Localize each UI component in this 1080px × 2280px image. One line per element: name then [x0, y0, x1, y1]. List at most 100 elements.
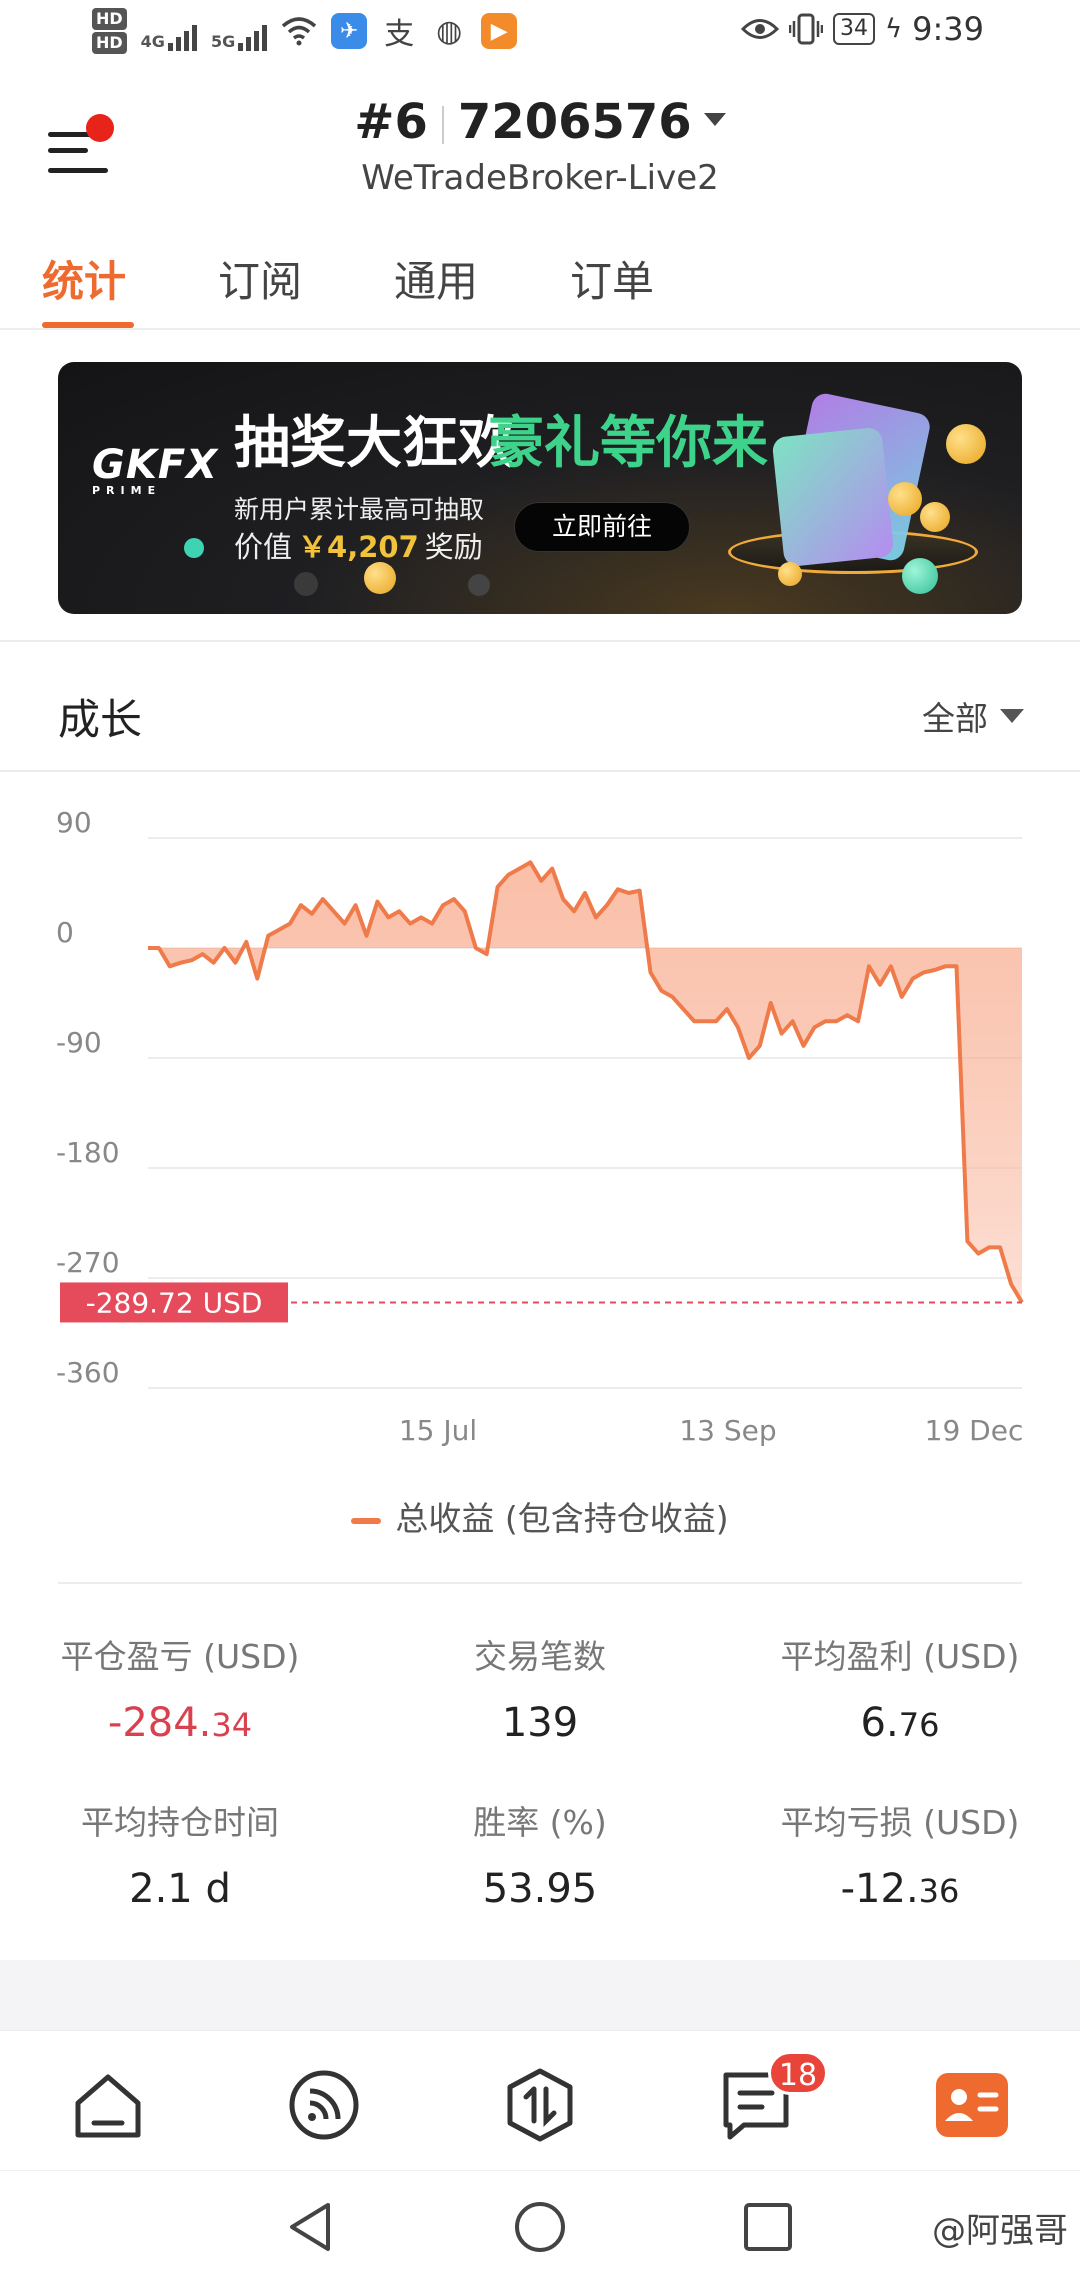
stat-label: 平均持仓时间 [81, 1803, 279, 1842]
nav-home[interactable] [68, 2065, 148, 2145]
growth-title: 成长 [58, 695, 143, 744]
coin-graphic [920, 502, 950, 532]
promo-banner[interactable]: GKFX PRIME 抽奖大狂欢 豪礼等你来 新用户累计最高可抽取 价值 ￥4,20… [58, 362, 1022, 614]
vibrate-icon [788, 13, 823, 45]
tab-subscribe[interactable]: 订阅 [218, 248, 302, 309]
nav-feed[interactable] [284, 2065, 364, 2145]
stat-value: 53.95 [482, 1866, 598, 1912]
account-number: #6 [354, 94, 428, 150]
back-icon[interactable] [282, 2199, 338, 2255]
watermark: @阿强哥 [932, 2211, 1068, 2251]
trade-icon [507, 2068, 573, 2142]
brand-logo: GKFX PRIME [92, 442, 218, 497]
banner-reward: 价值 ￥4,207 奖励 [234, 530, 483, 564]
legend-swatch [351, 1517, 382, 1524]
ball-graphic [468, 574, 490, 596]
account-id: 7206576 [457, 94, 692, 150]
nav-trade[interactable] [500, 2065, 580, 2145]
video-app-icon: ▶ [481, 13, 518, 49]
banner-go-button[interactable]: 立即前往 [514, 502, 690, 552]
stat-value: -284.34 [107, 1700, 253, 1746]
stat-value: -12.36 [840, 1866, 960, 1912]
coin-graphic [778, 562, 802, 586]
section-divider [0, 770, 1080, 772]
y-tick-label: -180 [56, 1136, 120, 1169]
legend-label: 总收益 (包含持仓收益) [395, 1499, 729, 1538]
y-tick-label: -270 [56, 1246, 120, 1279]
stat-avg-profit: 平均盈利 (USD) 6.76 [720, 1630, 1080, 1746]
chevron-down-icon [1000, 709, 1024, 723]
y-tick-label: 0 [56, 916, 74, 949]
signal-bars-icon [167, 21, 197, 51]
home-circle-icon[interactable] [512, 2199, 568, 2255]
stat-trade-count: 交易笔数 139 [360, 1630, 720, 1746]
recents-icon[interactable] [742, 2201, 794, 2253]
unread-badge: 18 [768, 2051, 828, 2095]
stat-closed-pnl: 平仓盈亏 (USD) -284.34 [0, 1630, 360, 1746]
wechat-icon: ◍ [436, 13, 463, 49]
signal-2: 5G [211, 11, 268, 51]
section-divider [58, 1582, 1022, 1584]
nav-profile[interactable] [932, 2065, 1012, 2145]
active-tab-indicator [42, 322, 134, 328]
gift-card-graphic [771, 426, 895, 568]
signal-bars-icon [238, 21, 268, 51]
x-tick-label: 19 Dec [925, 1414, 1024, 1447]
ball-graphic [184, 538, 204, 558]
banner-headline: 抽奖大狂欢 [234, 411, 514, 476]
section-divider [0, 640, 1080, 642]
account-server: WeTradeBroker-Live2 [361, 158, 719, 198]
y-tick-label: 90 [56, 806, 92, 839]
stat-label: 平均亏损 (USD) [780, 1803, 1020, 1842]
banner-subtitle: 新用户累计最高可抽取 [234, 495, 485, 524]
stat-avg-loss: 平均亏损 (USD) -12.36 [720, 1796, 1080, 1912]
nav-messages[interactable]: 18 [716, 2051, 828, 2145]
x-tick-label: 15 Jul [399, 1414, 477, 1447]
status-bar: HD HD 4G 5G ✈ 支 ◍ ▶ 34 ϟ 9:39 [0, 0, 1080, 70]
chart-legend: 总收益 (包含持仓收益) [0, 1492, 1080, 1540]
stat-value: 139 [501, 1700, 579, 1746]
stat-avg-holding-time: 平均持仓时间 2.1 d [0, 1796, 360, 1912]
x-tick-label: 13 Sep [679, 1414, 776, 1447]
y-tick-label: -360 [56, 1356, 120, 1389]
hd-indicator: HD HD [92, 8, 127, 54]
section-spacer [0, 1960, 1080, 2030]
stat-label: 平仓盈亏 (USD) [60, 1637, 300, 1676]
home-icon [75, 2074, 141, 2138]
system-nav-bar: @阿强哥 [0, 2170, 1080, 2280]
alipay-icon: 支 [384, 17, 415, 52]
growth-chart: 90 0 -90 -180 -270 -360 15 Jul 13 Sep 19 Dec -289… [56, 806, 1024, 1447]
coin-graphic [888, 482, 922, 516]
wifi-icon [282, 17, 317, 46]
status-right: 34 ϟ 9:39 [740, 10, 984, 48]
stat-label: 交易笔数 [474, 1637, 606, 1676]
ball-graphic [902, 558, 938, 594]
account-selector[interactable]: #6 7206576 [0, 94, 1080, 150]
tab-statistics[interactable]: 统计 [42, 248, 126, 309]
range-filter-dropdown[interactable]: 全部 [922, 692, 1024, 740]
tab-bar: 统计 订阅 通用 订单 [0, 230, 1080, 330]
charging-icon: ϟ [884, 14, 903, 44]
stat-label: 胜率 (%) [473, 1803, 607, 1842]
current-value-label: -289.72 USD [86, 1286, 263, 1319]
stat-value: 2.1 d [129, 1866, 231, 1912]
battery-level: 34 [832, 13, 875, 45]
y-tick-label: -90 [56, 1026, 102, 1059]
stat-win-rate: 胜率 (%) 53.95 [360, 1796, 720, 1912]
app-header: #6 7206576 WeTradeBroker-Live2 [0, 80, 1080, 210]
profile-icon [936, 2073, 1008, 2137]
feed-icon [289, 2070, 359, 2140]
tab-orders[interactable]: 订单 [570, 248, 654, 309]
clock: 9:39 [912, 10, 984, 48]
coin-graphic [946, 424, 986, 464]
stat-label: 平均盈利 (USD) [780, 1637, 1020, 1676]
status-left: HD HD 4G 5G ✈ 支 ◍ ▶ [92, 8, 518, 54]
tab-general[interactable]: 通用 [394, 248, 478, 309]
notification-app-icon: ✈ [331, 13, 368, 49]
eye-icon [740, 19, 779, 39]
banner-headline-accent: 豪礼等你来 [488, 411, 768, 476]
ball-graphic [294, 572, 318, 596]
chevron-down-icon [703, 112, 726, 126]
range-filter-label: 全部 [922, 699, 988, 738]
stat-value: 6.76 [860, 1700, 940, 1746]
